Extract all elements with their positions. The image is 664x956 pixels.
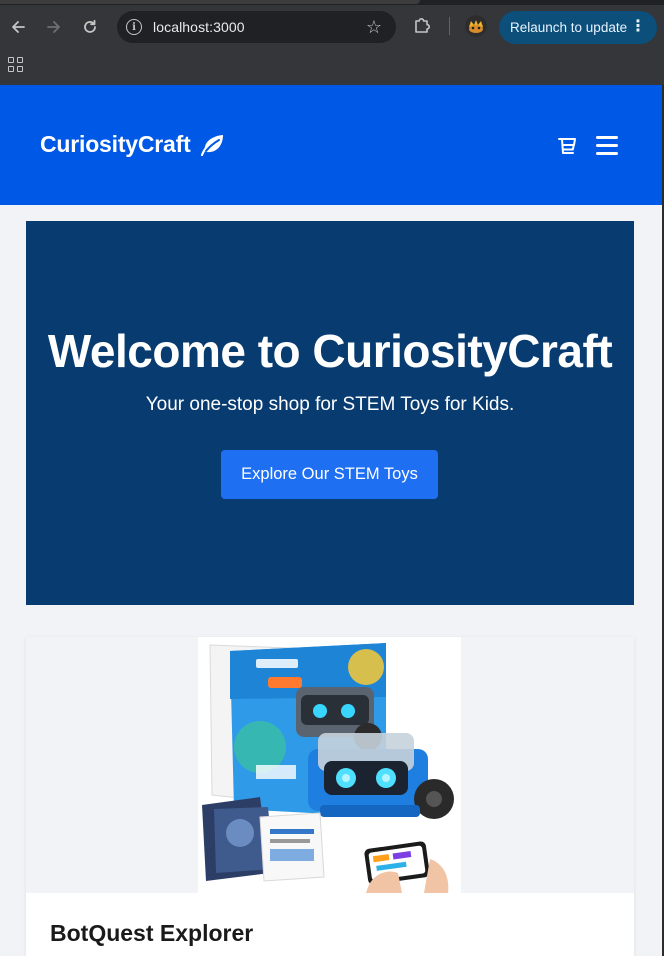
browser-toolbar: i localhost:3000 ☆ Relaunch to update ⋮ — [0, 0, 664, 85]
toolbar-divider — [449, 17, 450, 35]
hero-subtitle: Your one-stop shop for STEM Toys for Kid… — [145, 394, 515, 415]
reload-icon — [84, 19, 96, 33]
site-header: CuriosityCraft — [0, 85, 664, 205]
cart-icon[interactable] — [556, 135, 578, 157]
puzzle-icon[interactable] — [412, 15, 432, 35]
explore-toys-button[interactable]: Explore Our STEM Toys — [221, 450, 438, 499]
address-bar[interactable]: i localhost:3000 ☆ — [117, 11, 396, 43]
forward-button[interactable] — [41, 14, 67, 40]
product-image-area — [26, 637, 634, 893]
arrow-left-icon — [12, 21, 25, 33]
back-button[interactable] — [5, 14, 31, 40]
product-name[interactable]: BotQuest Explorer — [50, 920, 253, 947]
hero-banner: Welcome to CuriosityCraft Your one-stop … — [26, 221, 634, 605]
hero-title: Welcome to CuriosityCraft — [47, 325, 613, 377]
active-tab-edge — [0, 0, 420, 4]
robot-kit-product-image[interactable] — [198, 637, 461, 893]
avatar[interactable] — [465, 15, 487, 37]
relaunch-label: Relaunch to update — [510, 20, 628, 35]
relaunch-button[interactable]: Relaunch to update ⋮ — [499, 11, 657, 44]
star-icon[interactable]: ☆ — [366, 17, 382, 37]
leaf-icon — [200, 134, 223, 156]
product-card[interactable]: BotQuest Explorer — [26, 637, 634, 956]
vertical-dots-icon[interactable]: ⋮ — [630, 19, 646, 35]
reload-button[interactable] — [77, 14, 103, 40]
brand-name: CuriosityCraft — [40, 131, 191, 157]
url-text[interactable]: localhost:3000 — [153, 19, 245, 35]
brand-logo[interactable]: CuriosityCraft — [40, 131, 225, 158]
arrow-right-icon — [47, 21, 60, 33]
hamburger-icon[interactable] — [596, 136, 618, 155]
apps-grid-icon[interactable] — [8, 57, 23, 72]
info-icon[interactable]: i — [126, 19, 142, 35]
